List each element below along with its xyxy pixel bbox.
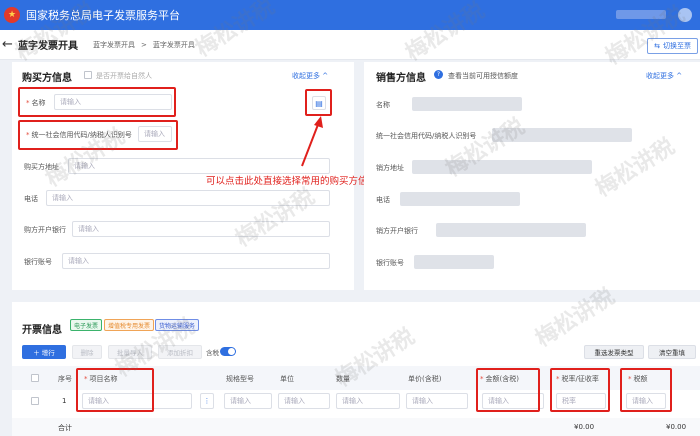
buyer-account-label: 银行账号 xyxy=(24,258,52,266)
user-name-blurred[interactable] xyxy=(616,10,666,19)
buyer-collapse-label: 收起更多 xyxy=(292,72,320,80)
seller-taxid-label: 统一社会信用代码/纳税人识别号 xyxy=(376,132,477,140)
batch-import-button[interactable]: 批量导入 xyxy=(108,345,152,359)
buyer-account-input[interactable]: 请输入 xyxy=(62,253,330,269)
total-row xyxy=(12,418,700,436)
seller-name-label: 名称 xyxy=(376,101,390,109)
switch-button-label: 切换至票 xyxy=(663,42,691,50)
annotation-arrow-icon xyxy=(301,116,323,167)
buyer-picker-icon[interactable]: ▤ xyxy=(312,96,326,110)
reselect-invoice-type-button[interactable]: 重选发票类型 xyxy=(584,345,644,359)
user-avatar-icon[interactable] xyxy=(678,8,692,22)
seller-account-label: 银行账号 xyxy=(376,259,404,267)
breadcrumb-item[interactable]: 蓝字发票开具 xyxy=(93,41,135,49)
buyer-address-label: 购买方地址 xyxy=(24,163,59,171)
buyer-phone-label: 电话 xyxy=(24,195,38,203)
seller-bank-label: 销方开户银行 xyxy=(376,227,418,235)
back-arrow-icon[interactable]: ← xyxy=(2,37,14,52)
credit-limit-link[interactable]: 查看当前可用授信额度 xyxy=(448,71,518,81)
top-bar: ★ 国家税务总局电子发票服务平台 xyxy=(0,0,700,30)
seller-bank-value xyxy=(436,223,586,237)
invoice-tag-electronic: 电子发票 xyxy=(70,319,103,331)
unit-price-input[interactable]: 请输入 xyxy=(406,393,468,409)
seller-taxid-value xyxy=(492,128,632,142)
breadcrumb: 蓝字发票开具 > 蓝字发票开具 xyxy=(90,40,198,50)
buyer-bank-label: 购方开户银行 xyxy=(24,226,66,234)
buyer-bank-input[interactable]: 请输入 xyxy=(72,221,330,237)
seller-account-value xyxy=(414,255,494,269)
seller-address-value xyxy=(412,160,592,174)
quantity-input[interactable]: 请输入 xyxy=(336,393,400,409)
app-title: 国家税务总局电子发票服务平台 xyxy=(26,9,180,22)
switch-icon: ⇆ xyxy=(654,42,660,50)
seller-collapse-link[interactable]: 收起更多 ^ xyxy=(646,71,682,81)
highlight-box-tax-rate xyxy=(550,368,610,412)
breadcrumb-item-current: 蓝字发票开具 xyxy=(152,40,195,49)
annotation-note: 可以点击此处直接选择常用的购买方信息 xyxy=(206,176,378,187)
invoice-title: 开票信息 xyxy=(22,325,62,336)
total-amount: ¥0.00 xyxy=(574,423,595,431)
add-row-button[interactable]: ＋ 增行 xyxy=(22,345,66,359)
page-title: 蓝字发票开具 xyxy=(18,41,78,52)
col-index: 序号 xyxy=(58,375,72,383)
natural-person-label: 是否开票给自然人 xyxy=(96,72,152,80)
chevron-up-icon: ^ xyxy=(676,72,683,80)
spec-input[interactable]: 请输入 xyxy=(224,393,272,409)
switch-view-button[interactable]: ⇆ 切换至票 xyxy=(647,38,698,54)
delete-button[interactable]: 删除 xyxy=(72,345,102,359)
invoice-tag-freight: 货物运输服务 xyxy=(155,319,200,331)
seller-collapse-label: 收起更多 xyxy=(646,72,674,80)
row-checkbox[interactable] xyxy=(31,397,39,405)
seller-phone-value xyxy=(400,192,520,206)
add-discount-button[interactable]: 添加折扣 xyxy=(158,345,202,359)
natural-person-checkbox[interactable] xyxy=(84,71,92,79)
highlight-box-item-name xyxy=(76,368,154,412)
item-picker-more-icon[interactable]: ⋮ xyxy=(200,393,214,409)
invoice-tag-vat-special: 增值税专用发票 xyxy=(104,319,155,331)
breadcrumb-separator: > xyxy=(141,40,147,49)
highlight-box-name xyxy=(18,87,176,117)
breadcrumb-bar: ← 蓝字发票开具 蓝字发票开具 > 蓝字发票开具 ⇆ 切换至票 xyxy=(0,30,700,60)
highlight-box-tax-amount xyxy=(620,368,672,412)
buyer-collapse-link[interactable]: 收起更多 ^ xyxy=(292,71,328,81)
highlight-box-amount xyxy=(476,368,540,412)
col-spec: 规格型号 xyxy=(226,375,254,383)
col-unit-price: 单价(含税) xyxy=(408,375,442,383)
tax-included-label: 含税 xyxy=(206,349,219,357)
buyer-phone-input[interactable]: 请输入 xyxy=(46,190,330,206)
seller-phone-label: 电话 xyxy=(376,196,390,204)
help-icon[interactable]: ? xyxy=(434,70,443,79)
clear-button[interactable]: 清空重填 xyxy=(648,345,696,359)
highlight-box-taxid xyxy=(18,120,178,150)
col-quantity: 数量 xyxy=(336,375,350,383)
unit-input[interactable]: 请输入 xyxy=(278,393,330,409)
tax-included-toggle[interactable] xyxy=(220,347,236,356)
col-unit: 单位 xyxy=(280,375,294,383)
chevron-up-icon: ^ xyxy=(322,72,329,80)
row-index: 1 xyxy=(62,397,67,405)
tax-emblem-icon: ★ xyxy=(4,7,20,23)
total-label: 合计 xyxy=(58,424,72,432)
seller-name-value xyxy=(412,97,522,111)
seller-address-label: 销方地址 xyxy=(376,164,404,172)
select-all-checkbox[interactable] xyxy=(31,374,39,382)
total-tax: ¥0.00 xyxy=(666,423,687,431)
seller-title: 销售方信息 xyxy=(376,73,426,84)
buyer-title: 购买方信息 xyxy=(22,73,72,84)
